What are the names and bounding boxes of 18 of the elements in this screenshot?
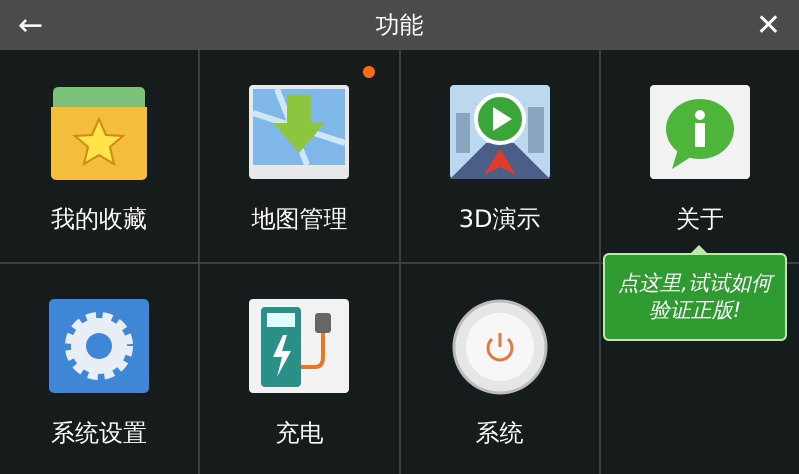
close-button[interactable]: ✕ — [750, 8, 787, 42]
menu-tile[interactable]: 地图管理 — [200, 50, 398, 262]
back-button[interactable]: ← — [12, 8, 50, 42]
menu-tile[interactable]: 我的收藏 — [0, 50, 198, 262]
tile-label: 我的收藏 — [51, 204, 148, 235]
tile-label: 3D演示 — [458, 204, 540, 235]
tile-label: 系统 — [476, 418, 524, 449]
menu-tile[interactable]: 充电 — [200, 264, 398, 474]
tile-label: 地图管理 — [251, 204, 348, 235]
tile-label: 充电 — [275, 418, 324, 449]
tile-label: 系统设置 — [51, 418, 148, 449]
window-title: 功能 — [376, 10, 424, 41]
tooltip-text: 点这里,试试如何验证正版! — [605, 270, 785, 324]
menu-tile[interactable]: 3D演示 — [400, 50, 599, 262]
tile-label: 关于 — [676, 204, 724, 235]
menu-tile[interactable]: 系统设置 — [0, 264, 198, 474]
menu-tile[interactable]: 系统 — [400, 264, 599, 474]
menu-tile[interactable]: 关于 — [600, 50, 799, 262]
